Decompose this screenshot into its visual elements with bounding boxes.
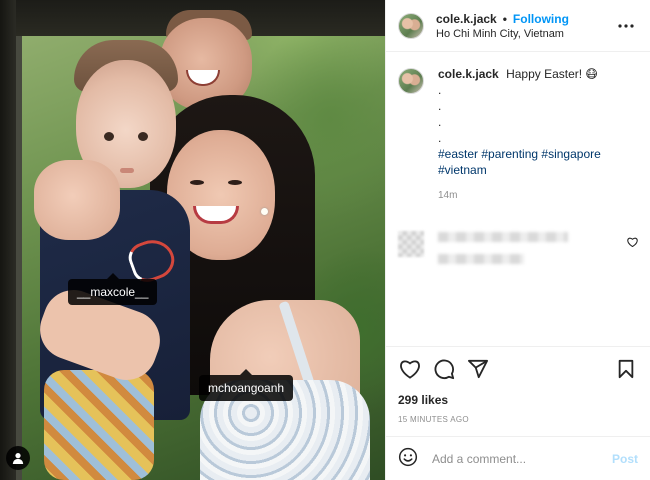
post-sidebar: cole.k.jack • Following Ho Chi Minh City… xyxy=(385,0,650,480)
separator-dot: • xyxy=(502,11,507,26)
blurred-text xyxy=(438,228,568,268)
woman-eye xyxy=(228,180,242,185)
add-comment-bar: Post xyxy=(386,436,650,480)
blurred-line xyxy=(438,232,568,242)
author-username[interactable]: cole.k.jack xyxy=(436,12,497,26)
comments-section: cole.k.jack Happy Easter! 😷 . . . . #eas… xyxy=(386,52,650,346)
post-header: cole.k.jack • Following Ho Chi Minh City… xyxy=(386,0,650,52)
caption-body: cole.k.jack Happy Easter! 😷 . . . . #eas… xyxy=(438,66,638,204)
following-button[interactable]: Following xyxy=(513,12,569,26)
post-comment-button[interactable]: Post xyxy=(612,452,638,466)
post-photo[interactable]: __maxcole__ mchoangoanh xyxy=(0,0,385,480)
woman-eye xyxy=(190,180,204,185)
likes-count[interactable]: 299 likes xyxy=(398,393,638,407)
caption-text: Happy Easter! 😷 xyxy=(506,67,598,81)
photo-frame-edge xyxy=(16,36,22,480)
blurred-avatar xyxy=(398,231,424,257)
comment-heart-icon[interactable] xyxy=(627,236,638,250)
boy-eye xyxy=(138,132,148,141)
heart-icon[interactable] xyxy=(398,357,422,381)
header-row: cole.k.jack • Following xyxy=(436,12,569,26)
caption-time: 14m xyxy=(438,190,458,201)
emoji-icon[interactable] xyxy=(398,447,418,470)
comment-icon[interactable] xyxy=(432,357,456,381)
caption-dot: . xyxy=(438,131,442,145)
caption-dot: . xyxy=(438,115,442,129)
post-actions: 299 likes 15 MINUTES AGO xyxy=(386,346,650,436)
bookmark-icon[interactable] xyxy=(614,357,638,381)
boy-mouth xyxy=(120,168,134,173)
blurred-comment xyxy=(398,228,638,268)
caption-dot: . xyxy=(438,99,442,113)
photo-user-tag[interactable]: __maxcole__ xyxy=(68,273,158,305)
caption-dot: . xyxy=(438,83,442,97)
instagram-post: __maxcole__ mchoangoanh cole.k.jack • Fo… xyxy=(0,0,650,480)
pearl-earring xyxy=(261,208,268,215)
photo-user-tag[interactable]: mchoangoanh xyxy=(199,369,294,401)
caption-username[interactable]: cole.k.jack xyxy=(438,67,499,81)
author-avatar[interactable] xyxy=(398,12,424,39)
post-location[interactable]: Ho Chi Minh City, Vietnam xyxy=(436,28,569,40)
send-icon[interactable] xyxy=(466,357,490,381)
post-timestamp: 15 MINUTES AGO xyxy=(398,415,469,424)
boy-fist xyxy=(34,160,120,240)
caption-avatar[interactable] xyxy=(398,68,424,94)
comment-input[interactable] xyxy=(432,451,612,466)
more-options-icon[interactable] xyxy=(614,14,638,38)
boy-eye xyxy=(104,132,114,141)
boy-shorts xyxy=(44,370,154,480)
user-tag-icon[interactable] xyxy=(6,446,30,470)
blurred-line xyxy=(438,254,524,264)
photo-frame-left xyxy=(0,0,16,480)
action-row xyxy=(398,355,638,383)
caption-hashtags[interactable]: #easter #parenting #singapore #vietnam xyxy=(438,146,638,178)
header-text: cole.k.jack • Following Ho Chi Minh City… xyxy=(436,12,569,40)
post-caption: cole.k.jack Happy Easter! 😷 . . . . #eas… xyxy=(398,66,638,204)
